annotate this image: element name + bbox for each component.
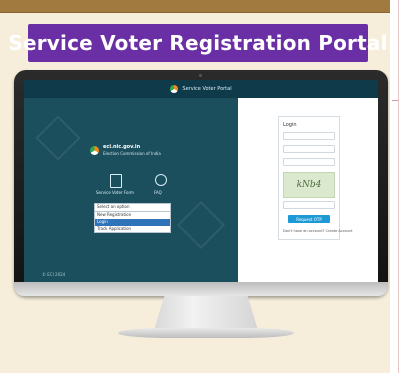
right-divider-tick: [392, 100, 398, 101]
screen-footer: © ECI 2024: [42, 272, 66, 277]
eci-title: eci.nic.gov.in: [103, 144, 141, 150]
request-otp-button[interactable]: Request OTP: [288, 215, 330, 223]
dropdown-option-selected[interactable]: Login: [95, 219, 170, 226]
screen-right-panel: Login kNb4 Request OTP Don't have an acc…: [238, 98, 378, 286]
webcam-dot: [199, 74, 202, 77]
eci-subtitle: Election Commission of India: [103, 151, 161, 156]
option-dropdown[interactable]: Select an option New Registration Login …: [94, 203, 171, 233]
document-icon[interactable]: [110, 174, 122, 188]
captcha-input[interactable]: [283, 201, 335, 209]
monitor: Service Voter Portal eci.nic.gov.in Elec…: [14, 70, 388, 296]
monitor-screen: Service Voter Portal eci.nic.gov.in Elec…: [24, 80, 378, 286]
captcha-image: kNb4: [283, 172, 335, 198]
card: Service Voter Registration Portal Servic…: [0, 0, 390, 373]
screen-header-text: Service Voter Portal: [182, 86, 232, 92]
dropdown-header[interactable]: Select an option: [95, 204, 170, 212]
right-divider: [398, 0, 399, 373]
link-service-voter-form[interactable]: Service Voter Form: [96, 190, 134, 195]
login-field-3[interactable]: [283, 158, 335, 166]
screen-topbar: Service Voter Portal: [24, 80, 378, 98]
link-faq[interactable]: FAQ: [154, 190, 162, 195]
monitor-stand-neck: [154, 296, 258, 330]
eci-logo-icon: [90, 146, 99, 155]
screen-left-panel: eci.nic.gov.in Election Commission of In…: [24, 98, 238, 286]
login-card: Login kNb4 Request OTP Don't have an acc…: [278, 116, 352, 240]
eci-logo-icon: [170, 85, 179, 93]
banner-title: Service Voter Registration Portal: [8, 31, 388, 55]
create-account-link[interactable]: Don't have an account? Create Account: [283, 229, 352, 233]
login-title: Login: [283, 122, 297, 128]
monitor-stand-base: [118, 328, 294, 338]
dropdown-option[interactable]: Track Application: [95, 226, 170, 233]
top-band: [0, 0, 390, 13]
login-field-2[interactable]: [283, 145, 335, 153]
login-field-1[interactable]: [283, 132, 335, 140]
title-banner: Service Voter Registration Portal: [8, 24, 387, 62]
dropdown-option[interactable]: New Registration: [95, 212, 170, 219]
monitor-chin: [14, 282, 388, 296]
faq-icon[interactable]: [155, 174, 167, 186]
